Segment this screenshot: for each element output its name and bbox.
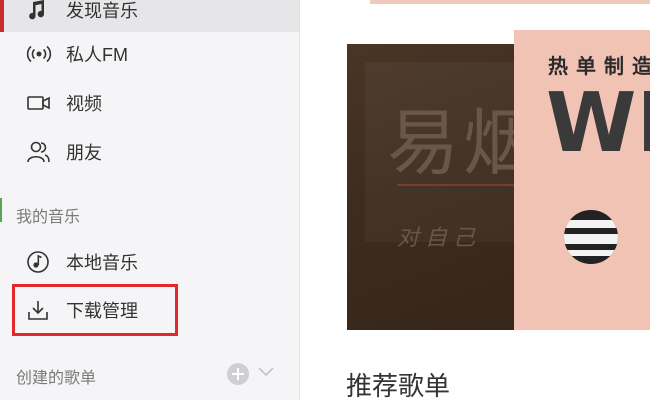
banner-subtitle: 对自己 — [397, 226, 482, 251]
banner-big-text: WE — [546, 76, 650, 171]
sidebar-item-discover-music[interactable]: 发现音乐 — [0, 0, 299, 32]
section-title-my-music: 我的音乐 — [16, 209, 81, 226]
banner-strip — [370, 0, 650, 4]
sidebar-item-video[interactable]: 视频 — [0, 81, 299, 125]
video-icon — [26, 91, 56, 115]
sidebar-item-label: 本地音乐 — [66, 253, 138, 273]
active-indicator — [0, 0, 4, 32]
sidebar-item-label: 朋友 — [66, 143, 102, 163]
highlight-box — [12, 284, 178, 336]
friends-icon — [26, 140, 56, 164]
disc-icon — [564, 210, 618, 264]
local-music-icon — [26, 250, 56, 274]
playlist-controls — [227, 363, 275, 385]
add-circle-icon[interactable] — [227, 363, 249, 385]
banner-right[interactable]: 热单制造 WE — [514, 30, 650, 330]
sidebar-item-label: 发现音乐 — [66, 1, 138, 21]
sidebar-item-friends[interactable]: 朋友 — [0, 130, 299, 174]
radio-icon — [26, 42, 56, 66]
music-note-icon — [26, 0, 56, 22]
banner-label: 热单制造 — [548, 56, 650, 78]
sidebar-item-personal-fm[interactable]: 私人FM — [0, 32, 299, 76]
section-marker — [0, 198, 2, 222]
main-content: 易烟 对自己 热单制造 WE 推荐歌单 — [300, 0, 650, 400]
sidebar-item-label: 私人FM — [66, 45, 128, 65]
sidebar-item-local-music[interactable]: 本地音乐 — [0, 240, 299, 284]
sidebar-item-label: 视频 — [66, 94, 102, 114]
chevron-down-icon[interactable] — [257, 365, 275, 383]
recommend-playlists-heading: 推荐歌单 — [346, 371, 451, 400]
sidebar: 发现音乐 私人FM 视频 朋友 我的音乐 本地音乐 下载管理 创建的歌单 — [0, 0, 300, 400]
section-title-created-playlists: 创建的歌单 — [16, 370, 97, 387]
